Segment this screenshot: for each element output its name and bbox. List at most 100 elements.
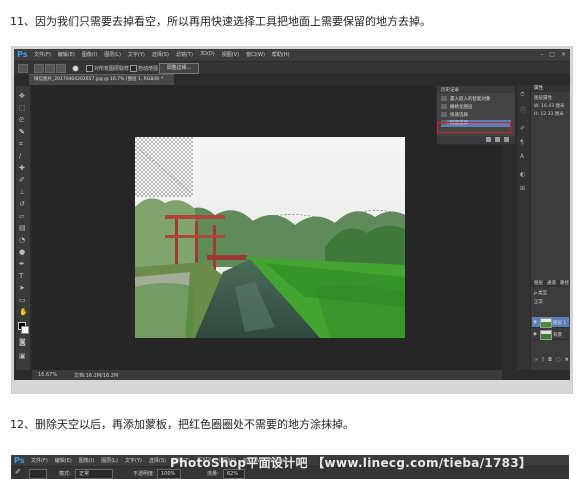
tab-paths[interactable]: 路径 bbox=[560, 280, 569, 287]
mode-select[interactable]: 正常 bbox=[75, 469, 113, 479]
close-icon[interactable]: × bbox=[561, 51, 566, 58]
menu-edit-2[interactable]: 编辑(E) bbox=[55, 457, 72, 464]
type-tool-icon[interactable]: T bbox=[19, 272, 23, 280]
layer-filter-kind[interactable]: ρ 类型 bbox=[534, 290, 547, 296]
history-step-icon bbox=[441, 104, 447, 109]
blur-tool-icon[interactable]: ◔ bbox=[19, 236, 25, 244]
blend-mode-select[interactable]: 正常 bbox=[534, 299, 543, 305]
menu-file[interactable]: 文件(F) bbox=[34, 51, 51, 58]
link-layers-icon[interactable]: ∞ bbox=[534, 357, 538, 363]
properties-panel-icon[interactable]: ⓘ bbox=[520, 105, 526, 114]
lasso-tool-icon[interactable]: ᘓ bbox=[19, 116, 24, 124]
canvas-image[interactable] bbox=[135, 137, 405, 338]
menu-edit[interactable]: 编辑(E) bbox=[58, 51, 75, 58]
history-item-label: 快速选择 bbox=[450, 113, 468, 118]
layer-row-selected[interactable]: ◉ 图层 1 bbox=[532, 317, 569, 328]
quick-mask-icon[interactable]: ◙ bbox=[19, 338, 26, 346]
fx-icon[interactable]: ƒ bbox=[542, 357, 544, 363]
layers-footer: ∞ ƒ ◘ ▢ ✖ bbox=[534, 357, 569, 363]
screen-mode-icon[interactable]: ▣ bbox=[19, 352, 26, 360]
character-panel-icon[interactable]: A bbox=[520, 153, 524, 160]
minimize-icon[interactable]: – bbox=[540, 51, 543, 58]
landscape-photo bbox=[135, 137, 405, 338]
document-tab[interactable]: 微信图片_20170404202657.jpg @ 16.7% (图层 1, R… bbox=[29, 74, 174, 85]
history-panel-icon[interactable]: ⏱ bbox=[520, 91, 525, 99]
healing-tool-icon[interactable]: ✚ bbox=[19, 164, 25, 172]
menu-view[interactable]: 视图(V) bbox=[222, 51, 239, 58]
history-step-icon bbox=[441, 112, 447, 117]
history-brush-icon[interactable]: ↺ bbox=[19, 200, 25, 208]
opacity-label: 不透明度: bbox=[133, 471, 155, 477]
quick-select-tool-icon[interactable]: ✎ bbox=[19, 128, 25, 136]
delete-layer-icon[interactable]: ✖ bbox=[565, 357, 569, 363]
subtract-selection-icon[interactable] bbox=[56, 64, 66, 73]
gradient-tool-icon[interactable]: ▤ bbox=[19, 224, 26, 232]
window-controls: – □ × bbox=[540, 51, 566, 58]
menu-3d[interactable]: 3D(D) bbox=[200, 51, 215, 58]
menu-layer[interactable]: 图层(L) bbox=[104, 51, 121, 58]
move-tool-icon[interactable]: ✥ bbox=[19, 92, 25, 100]
visibility-eye-icon[interactable]: ◉ bbox=[533, 332, 537, 337]
sample-all-layers-checkbox[interactable] bbox=[86, 65, 93, 72]
adjust-panel-icon[interactable]: ◐ bbox=[520, 171, 525, 178]
zoom-level[interactable]: 16.67% bbox=[38, 372, 57, 378]
camera-icon[interactable] bbox=[495, 137, 500, 142]
menu-list: 文件(F) 编辑(E) 图像(I) 图层(L) 文字(Y) 选择(S) 滤镜(T… bbox=[34, 51, 290, 58]
brush-tool-icon[interactable]: ✐ bbox=[19, 176, 25, 184]
menu-image-2[interactable]: 图像(I) bbox=[79, 457, 94, 464]
menu-window[interactable]: 窗口(W) bbox=[246, 51, 265, 58]
menu-image[interactable]: 图像(I) bbox=[82, 51, 97, 58]
styles-panel-icon[interactable]: ⊞ bbox=[520, 185, 525, 192]
dodge-tool-icon[interactable]: ● bbox=[19, 248, 25, 256]
crop-tool-icon[interactable]: ⌗ bbox=[19, 140, 23, 148]
refine-edge-button[interactable]: 调整边缘... bbox=[159, 63, 199, 74]
history-item[interactable]: 快速选择 bbox=[441, 112, 511, 119]
menu-type[interactable]: 文字(Y) bbox=[128, 51, 145, 58]
tab-channels[interactable]: 通道 bbox=[547, 280, 556, 287]
pen-tool-icon[interactable]: ✒ bbox=[19, 260, 25, 268]
trash-icon[interactable] bbox=[504, 137, 509, 142]
visibility-eye-icon[interactable]: ◉ bbox=[533, 320, 537, 325]
paragraph-panel-icon[interactable]: ¶ bbox=[520, 139, 524, 146]
brush-panel-icon[interactable]: ✐ bbox=[520, 125, 525, 132]
quick-selection-tool-icon[interactable] bbox=[18, 64, 28, 73]
new-snapshot-icon[interactable] bbox=[486, 137, 491, 142]
maximize-icon[interactable]: □ bbox=[549, 51, 555, 58]
tab-properties[interactable]: 属性 bbox=[531, 85, 570, 92]
layer-thumbnail bbox=[540, 330, 552, 340]
eraser-tool-icon[interactable]: ▱ bbox=[19, 212, 24, 220]
layer-row[interactable]: ◉ 背景 bbox=[532, 329, 569, 340]
step-11-caption: 11、因为我们只需要去掉看空，所以再用快速选择工具把地面上需要保留的地方去掉。 bbox=[10, 15, 431, 28]
menu-help[interactable]: 帮助(H) bbox=[272, 51, 290, 58]
eyedropper-tool-icon[interactable]: ∕ bbox=[19, 152, 21, 160]
stamp-tool-icon[interactable]: ⊥ bbox=[19, 188, 25, 196]
new-selection-icon[interactable] bbox=[34, 64, 44, 73]
brush-size-icon[interactable] bbox=[72, 65, 79, 72]
menu-filter[interactable]: 滤镜(T) bbox=[176, 51, 193, 58]
add-to-selection-icon[interactable] bbox=[45, 64, 55, 73]
layer-name: 图层 1 bbox=[553, 321, 567, 326]
marquee-tool-icon[interactable]: ⬚ bbox=[19, 104, 26, 112]
menu-file-2[interactable]: 文件(F) bbox=[31, 457, 48, 464]
menu-type-2[interactable]: 文字(Y) bbox=[125, 457, 142, 464]
menu-select-2[interactable]: 选择(S) bbox=[149, 457, 166, 464]
background-color-swatch[interactable] bbox=[21, 326, 29, 334]
path-select-icon[interactable]: ➤ bbox=[19, 284, 25, 292]
history-item[interactable]: 置入嵌入的智能对象 bbox=[441, 96, 511, 103]
tab-layers[interactable]: 图层 bbox=[534, 280, 543, 287]
auto-enhance-checkbox[interactable] bbox=[130, 65, 137, 72]
mask-icon[interactable]: ◘ bbox=[548, 357, 552, 363]
history-item[interactable]: 栅格化图层 bbox=[441, 104, 511, 111]
hand-tool-icon[interactable]: ✋ bbox=[19, 308, 28, 316]
shape-tool-icon[interactable]: ▭ bbox=[19, 296, 26, 304]
menu-select[interactable]: 选择(S) bbox=[152, 51, 169, 58]
brush-tool-icon[interactable]: ✐ bbox=[15, 468, 21, 476]
options-bar: 对所有图层取样 自动增强 调整边缘... bbox=[14, 61, 570, 74]
tools-panel: ✥ ⬚ ᘓ ✎ ⌗ ∕ ✚ ✐ ⊥ ↺ ▱ ▤ ◔ ● ✒ T ➤ ▭ ✋ ◙ … bbox=[16, 86, 30, 370]
new-layer-icon[interactable]: ▢ bbox=[556, 357, 561, 363]
sample-all-layers-label: 对所有图层取样 bbox=[94, 66, 130, 72]
history-item-label: 置入嵌入的智能对象 bbox=[450, 97, 491, 102]
ps-logo: Ps bbox=[17, 50, 28, 59]
brush-preset-picker[interactable] bbox=[29, 469, 47, 479]
menu-layer-2[interactable]: 图层(L) bbox=[101, 457, 118, 464]
